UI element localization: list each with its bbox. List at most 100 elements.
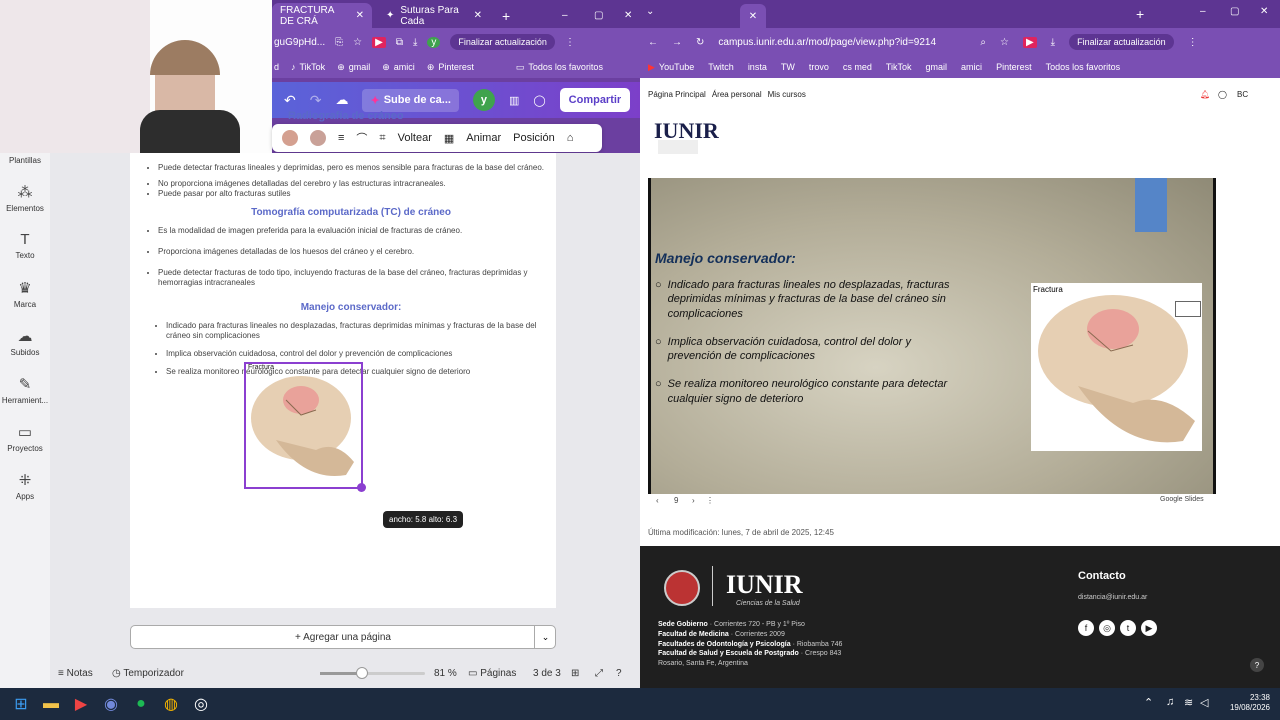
chevron-down-icon[interactable]: ⌄ bbox=[534, 625, 556, 649]
new-tab-button[interactable]: + bbox=[1136, 6, 1144, 22]
help-icon[interactable]: ? bbox=[1250, 658, 1264, 672]
window-close-icon[interactable]: ✕ bbox=[1260, 6, 1268, 17]
kebab-menu-icon[interactable]: ⋮ bbox=[565, 37, 575, 48]
bookmark-item[interactable]: ▶ YouTube bbox=[648, 62, 694, 73]
sidebar-item-apps[interactable]: ⁜ Apps bbox=[0, 471, 50, 501]
share-button[interactable]: Compartir bbox=[559, 88, 631, 112]
sidebar-item-elementos[interactable]: ⁂ Elementos bbox=[0, 183, 50, 213]
position-button[interactable]: Posición bbox=[513, 132, 555, 144]
resize-handle[interactable] bbox=[357, 483, 366, 492]
next-slide-icon[interactable]: › bbox=[692, 496, 695, 505]
sidebar-item-texto[interactable]: T Texto bbox=[0, 231, 50, 260]
network-icon[interactable]: ≋ bbox=[1184, 696, 1193, 709]
file-explorer-icon[interactable]: ▬ bbox=[36, 695, 66, 713]
minimize-icon[interactable]: – bbox=[554, 3, 572, 28]
chat-icon[interactable]: ◯ bbox=[1218, 90, 1227, 99]
new-tab-button[interactable]: + bbox=[494, 3, 516, 28]
extension-icon[interactable]: ▶ bbox=[1022, 36, 1037, 48]
bookmark-item[interactable]: trovo bbox=[809, 62, 829, 72]
microphone-icon[interactable]: ♫ bbox=[1166, 696, 1174, 708]
design-title-button[interactable]: ✦ Sube de ca... bbox=[362, 88, 459, 112]
bookmark-item[interactable]: ⊕ Pinterest bbox=[427, 62, 474, 73]
zoom-slider[interactable] bbox=[320, 667, 425, 679]
timer-button[interactable]: ◷ Temporizador bbox=[112, 668, 184, 679]
discord-icon[interactable]: ◉ bbox=[96, 694, 126, 714]
flip-button[interactable]: Voltear bbox=[398, 132, 432, 144]
comment-icon[interactable]: ◯ bbox=[533, 94, 545, 107]
bookmark-star-icon[interactable]: ☆ bbox=[1000, 37, 1009, 48]
pages-button[interactable]: ▭ Páginas bbox=[468, 668, 516, 679]
reload-icon[interactable]: ↻ bbox=[696, 37, 704, 48]
add-page-button[interactable]: + Agregar una página bbox=[130, 625, 556, 649]
crop-icon[interactable]: ⌗ bbox=[379, 132, 385, 145]
bookmark-item[interactable]: ⊕ amici bbox=[382, 62, 415, 73]
windows-start-icon[interactable]: ⊞ bbox=[6, 694, 36, 714]
zoom-level[interactable]: 81 % bbox=[434, 668, 457, 679]
redo-icon[interactable]: ↷ bbox=[310, 92, 322, 109]
border-style-icon[interactable]: ≡ bbox=[338, 132, 344, 144]
forward-icon[interactable]: → bbox=[672, 37, 682, 48]
sidebar-item-marca[interactable]: ♛ Marca bbox=[0, 279, 50, 309]
cloud-save-icon[interactable]: ☁ bbox=[335, 92, 348, 108]
bookmark-item[interactable]: ♪ TikTok bbox=[291, 62, 325, 72]
fullscreen-icon[interactable]: ⤢ bbox=[595, 668, 603, 679]
bell-icon[interactable]: 🔔︎ bbox=[1200, 90, 1210, 99]
download-icon[interactable]: ⤓ bbox=[1051, 37, 1055, 48]
twitter-icon[interactable]: t bbox=[1120, 620, 1136, 636]
bookmark-item[interactable]: d bbox=[274, 62, 279, 72]
github-icon[interactable]: ◎ bbox=[186, 694, 216, 714]
bookmark-item[interactable]: Todos los favoritos bbox=[1046, 62, 1121, 72]
facebook-icon[interactable]: f bbox=[1078, 620, 1094, 636]
nav-courses[interactable]: Mis cursos bbox=[768, 90, 806, 99]
download-icon[interactable]: ⤓ bbox=[413, 37, 417, 48]
back-icon[interactable]: ← bbox=[648, 37, 658, 48]
extension-icon[interactable]: ▶ bbox=[372, 36, 386, 48]
profile-icon[interactable]: y bbox=[427, 36, 441, 48]
volume-icon[interactable]: ◁ bbox=[1200, 696, 1208, 709]
address-text[interactable]: campus.iunir.edu.ar/mod/page/view.php?id… bbox=[718, 37, 966, 48]
bookmark-item[interactable]: ⊕ gmail bbox=[337, 62, 370, 73]
sidebar-item-subidos[interactable]: ☁ Subidos bbox=[0, 327, 50, 357]
sidebar-item-proyectos[interactable]: ▭ Proyectos bbox=[0, 423, 50, 453]
bookmark-star-icon[interactable]: ☆ bbox=[353, 37, 362, 48]
tab-suturas[interactable]: ✦ Suturas Para Cada ✕ bbox=[378, 3, 490, 28]
sidebar-item-plantillas[interactable]: Plantillas bbox=[0, 156, 50, 165]
window-close-icon[interactable]: ✕ bbox=[616, 3, 634, 28]
tray-chevron-icon[interactable]: ⌃ bbox=[1144, 696, 1153, 709]
close-icon[interactable]: ✕ bbox=[740, 4, 766, 28]
animate-button[interactable]: Animar bbox=[466, 132, 501, 144]
kebab-menu-icon[interactable]: ⋮ bbox=[1188, 37, 1198, 48]
insights-icon[interactable]: ▥ bbox=[509, 94, 519, 107]
help-icon[interactable]: ? bbox=[616, 668, 622, 679]
instagram-icon[interactable]: ◎ bbox=[1099, 620, 1115, 636]
youtube-icon[interactable]: ▶ bbox=[1141, 620, 1157, 636]
bookmark-item[interactable]: insta bbox=[748, 62, 767, 72]
close-icon[interactable]: ✕ bbox=[474, 10, 482, 21]
bookmark-item[interactable]: gmail bbox=[926, 62, 948, 72]
minimize-icon[interactable]: – bbox=[1200, 6, 1206, 17]
contact-email[interactable]: distancia@iunir.edu.ar bbox=[1078, 594, 1147, 601]
bookmark-item[interactable]: TW bbox=[781, 62, 795, 72]
corner-icon[interactable]: ⌒ bbox=[356, 130, 367, 146]
bookmark-item[interactable]: amici bbox=[961, 62, 982, 72]
sidebar-item-herramientas[interactable]: ✎ Herramient... bbox=[0, 375, 50, 405]
maximize-icon[interactable]: ▢ bbox=[586, 3, 604, 28]
tab-search-icon[interactable]: ⌄ bbox=[646, 6, 654, 17]
color-swatch-1[interactable] bbox=[282, 130, 298, 146]
media-app-icon[interactable]: ▶ bbox=[66, 694, 96, 714]
nav-home[interactable]: Página Principal bbox=[648, 90, 706, 99]
maximize-icon[interactable]: ▢ bbox=[1230, 6, 1239, 17]
embedded-slide[interactable]: Manejo conservador: ○ Indicado para fract… bbox=[648, 178, 1216, 494]
zoom-slider-knob[interactable] bbox=[356, 667, 368, 679]
bookmark-item[interactable]: Pinterest bbox=[996, 62, 1032, 72]
document-page[interactable]: Puede detectar fracturas lineales y depr… bbox=[130, 153, 556, 608]
bookmark-item[interactable]: TikTok bbox=[886, 62, 912, 72]
bookmark-item[interactable]: cs med bbox=[843, 62, 872, 72]
address-text[interactable]: guG9pHd... bbox=[274, 37, 325, 48]
nav-personal[interactable]: Área personal bbox=[712, 90, 762, 99]
undo-icon[interactable]: ↶ bbox=[284, 92, 296, 109]
more-icon[interactable]: ⋮ bbox=[706, 496, 714, 505]
avatar[interactable]: y bbox=[472, 89, 495, 111]
color-swatch-2[interactable] bbox=[310, 130, 326, 146]
paint-format-icon[interactable]: ⌂ bbox=[567, 132, 574, 144]
